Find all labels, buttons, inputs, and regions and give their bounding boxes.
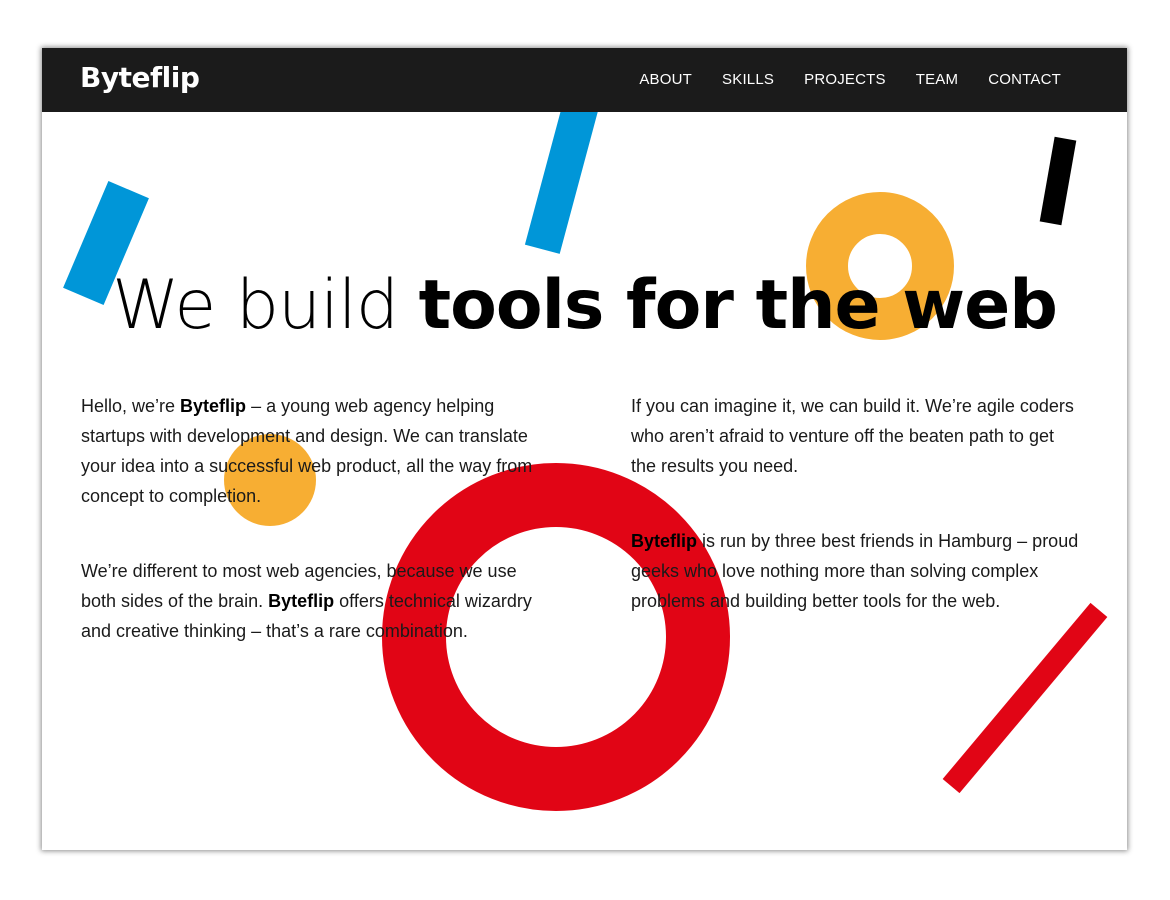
hero-headline: We build tools for the web (42, 266, 1127, 346)
nav-link-projects[interactable]: PROJECTS (804, 71, 886, 88)
brand-name-highlight: Byteflip (268, 591, 335, 611)
intro-paragraph-1: Hello, we’re Byteflip – a young web agen… (81, 391, 541, 511)
nav-link-about[interactable]: ABOUT (639, 71, 692, 88)
intro-paragraph-4: Byteflip is run by three best friends in… (631, 526, 1081, 616)
nav-link-skills[interactable]: SKILLS (722, 71, 774, 88)
paragraph-text: is run by three best friends in Hamburg … (631, 531, 1079, 611)
nav-link-team[interactable]: TEAM (916, 71, 958, 88)
blue-bar-top (524, 90, 602, 254)
browser-frame: Byteflip ABOUT SKILLS PROJECTS TEAM CONT… (42, 48, 1127, 850)
navbar: Byteflip ABOUT SKILLS PROJECTS TEAM CONT… (42, 48, 1127, 112)
hero-headline-light: We build (112, 266, 399, 345)
hero-headline-bold: tools for the web (418, 266, 1058, 345)
nav-link-contact[interactable]: CONTACT (988, 71, 1061, 88)
nav-item-about: ABOUT (639, 71, 692, 89)
nav-item-contact: CONTACT (988, 71, 1061, 89)
intro-paragraph-2: We’re different to most web agencies, be… (81, 556, 541, 646)
intro-column-left: Hello, we’re Byteflip – a young web agen… (81, 391, 541, 691)
intro-paragraph-3: If you can imagine it, we can build it. … (631, 391, 1081, 481)
nav-item-projects: PROJECTS (804, 71, 886, 89)
nav-item-skills: SKILLS (722, 71, 774, 89)
brand-name-highlight: Byteflip (631, 531, 698, 551)
paragraph-text: If you can imagine it, we can build it. … (631, 396, 1074, 476)
paragraph-text: Hello, we’re (81, 396, 181, 416)
nav-item-team: TEAM (916, 71, 958, 89)
main-nav: ABOUT SKILLS PROJECTS TEAM CONTACT (639, 48, 1061, 112)
brand-logo[interactable]: Byteflip (80, 60, 200, 96)
brand-name-highlight: Byteflip (180, 396, 247, 416)
intro-column-right: If you can imagine it, we can build it. … (631, 391, 1081, 661)
black-bar (1039, 136, 1077, 226)
